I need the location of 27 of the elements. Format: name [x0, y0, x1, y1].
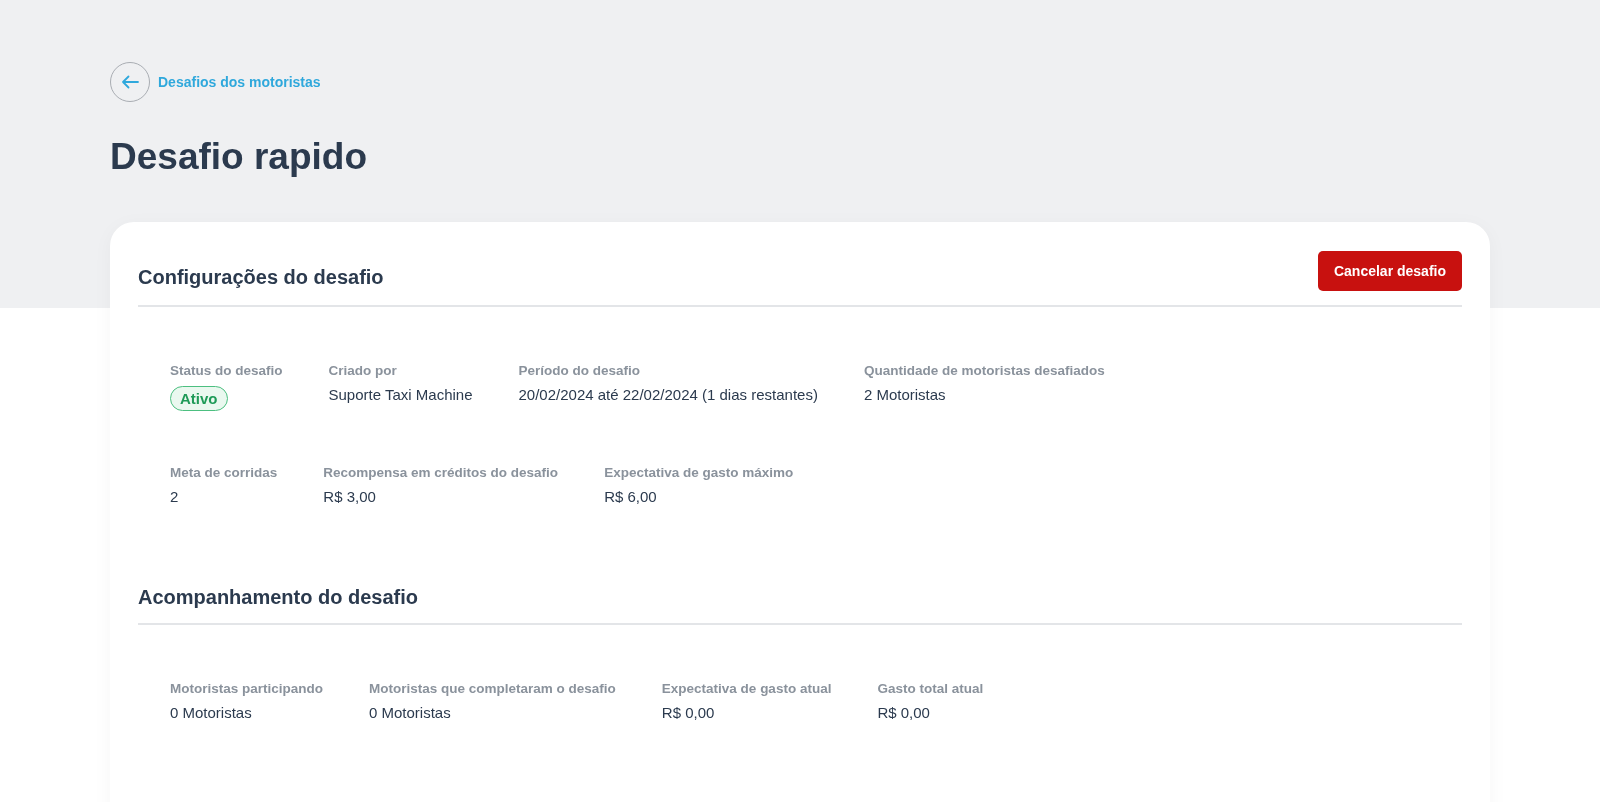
- field-label: Recompensa em créditos do desafio: [323, 465, 559, 480]
- field-value: R$ 6,00: [604, 488, 657, 505]
- field-label: Expectativa de gasto máximo: [604, 465, 794, 480]
- field-label: Meta de corridas: [170, 465, 278, 480]
- field-label: Gasto total atual: [877, 681, 984, 696]
- field-value: 2 Motoristas: [863, 386, 946, 403]
- section-heading: Acompanhamento do desafio: [138, 585, 419, 609]
- field-label: Motoristas que completaram o desafio: [369, 681, 616, 696]
- field-label: Criado por: [328, 363, 397, 378]
- field-label: Quantidade de motoristas desafiados: [863, 363, 1105, 378]
- field-label: Expectativa de gasto atual: [661, 681, 832, 696]
- field-value: 2: [170, 488, 179, 505]
- field-value: R$ 3,00: [323, 488, 376, 505]
- field-value: R$ 0,00: [661, 704, 715, 721]
- field-label: Período do desafio: [518, 363, 640, 378]
- cancel-button[interactable]: Cancelar desafio: [1317, 250, 1462, 291]
- field-value: 0 Motoristas: [369, 704, 451, 721]
- section-heading: Configurações do desafio: [138, 266, 384, 289]
- field-label: Motoristas participando: [170, 681, 323, 696]
- status-badge: Ativo: [170, 386, 228, 411]
- field-value: R$ 0,00: [877, 704, 930, 721]
- field-value: 0 Motoristas: [170, 704, 252, 721]
- field-value: Suporte Taxi Machine: [328, 386, 473, 403]
- page-title: Desafio rapido: [110, 136, 368, 178]
- back-arrow-icon: [121, 75, 139, 89]
- field-value: 20/02/2024 até 22/02/2024 (1 dias restantes): [518, 386, 818, 403]
- field-label: Status do desafio: [170, 363, 283, 378]
